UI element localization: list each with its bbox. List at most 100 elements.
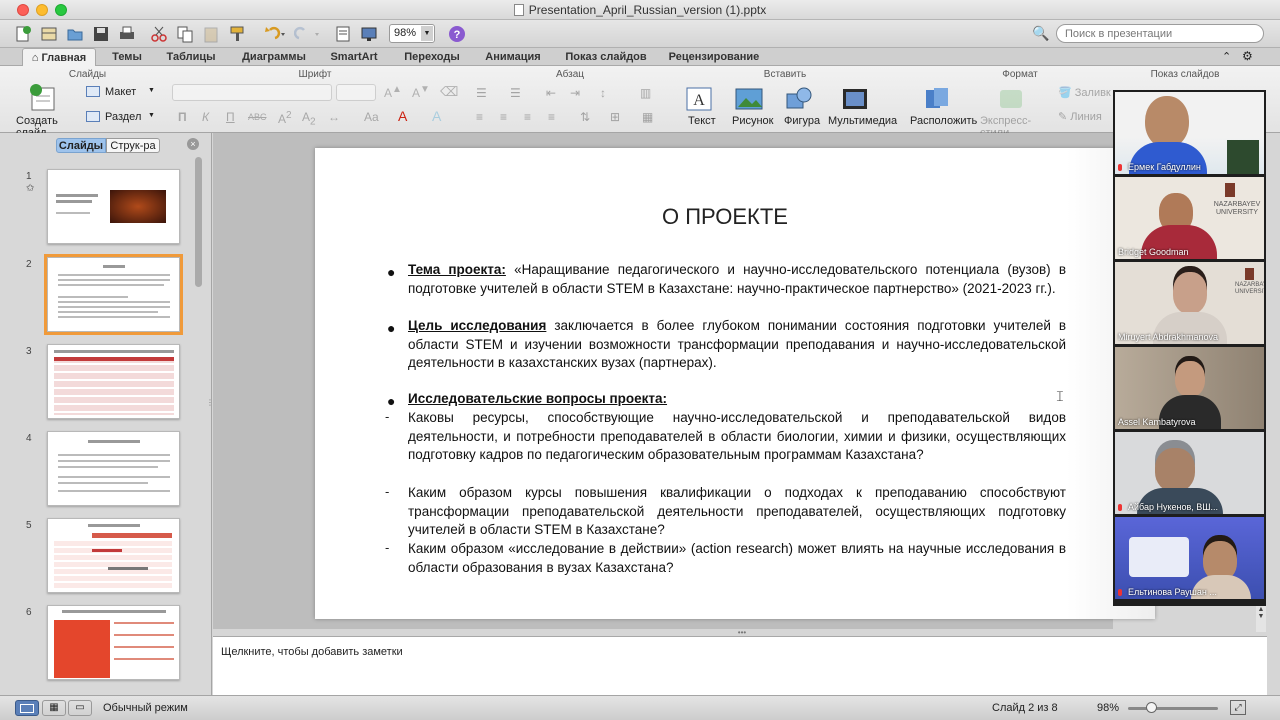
fill-button[interactable]: 🪣 Заливк [1058,86,1114,102]
zoom-slider-thumb[interactable] [1146,702,1157,713]
bold-icon[interactable]: П [178,110,187,124]
strikethrough-icon[interactable]: ABC [248,112,267,122]
collapse-ribbon-icon[interactable]: ⌃ [1222,50,1231,63]
tab-charts[interactable]: Диаграммы [234,48,314,66]
participant-tile[interactable]: Ельтинова Раушан ... [1115,517,1264,599]
participant-tile[interactable]: NAZARBAYEV UNIVERSITY Bridget Goodman [1115,177,1264,259]
participant-tile[interactable]: NAZARBAYEV UNIVERSITY Miruyert Abdrakhma… [1115,262,1264,344]
justify-icon[interactable]: ≡ [548,110,555,124]
slide-thumb-5[interactable] [47,518,180,593]
search-input[interactable]: Поиск в презентации [1056,24,1264,43]
slide-title[interactable]: О ПРОЕКТЕ [315,204,1135,230]
align-right-icon[interactable]: ≡ [524,110,531,124]
tab-outline[interactable]: Струк-ра [106,138,160,153]
clear-format-icon[interactable]: ⌫ [440,84,458,100]
slide-canvas[interactable]: О ПРОЕКТЕ ● Тема проекта: «Наращивание п… [315,148,1155,619]
tab-tables[interactable]: Таблицы [160,48,222,66]
participant-tile[interactable]: Ермек Габдуллин [1115,92,1264,174]
layout-button[interactable]: Макет ▼ [86,86,156,102]
text-effects-icon[interactable]: A [432,108,441,124]
tab-animation[interactable]: Анимация [478,48,548,66]
save-icon[interactable] [90,23,112,45]
template-gallery-icon[interactable] [38,23,60,45]
insert-media-button[interactable]: Мультимедиа [826,84,897,130]
question-3-text[interactable]: Каким образом «исследование в действии» … [408,540,1066,577]
char-spacing-icon[interactable]: ↔ [328,110,340,124]
decrease-indent-icon[interactable]: ⇤ [546,86,556,100]
sorter-view-button[interactable]: ▦ [42,700,66,716]
copy-icon[interactable] [174,23,196,45]
notes-pane[interactable]: Щелкните, чтобы добавить заметки [213,636,1267,695]
font-size-select[interactable] [336,84,376,101]
slideshow-icon[interactable] [358,23,380,45]
presenter-view-button[interactable]: ▭ [68,700,92,716]
superscript-icon[interactable]: A2 [278,110,292,126]
slide-thumb-1[interactable] [47,169,180,244]
undo-icon[interactable] [258,23,288,45]
grow-font-icon[interactable]: A▲ [384,84,402,100]
insert-text-button[interactable]: A Текст [682,84,722,130]
cut-icon[interactable] [148,23,170,45]
zoom-slider[interactable] [1128,707,1218,710]
arrange-button[interactable]: Расположить [908,84,977,130]
question-1-text[interactable]: Каковы ресурсы, способствующие научно-ис… [408,409,1066,465]
align-text-icon[interactable]: ⊞ [610,110,620,124]
columns-icon[interactable]: ▥ [640,86,651,100]
convert-smartart-icon[interactable]: ▦ [642,110,653,124]
search-scope-icon[interactable]: 🔍 [1032,25,1049,42]
align-left-icon[interactable]: ≡ [476,110,483,124]
help-icon[interactable]: ? [446,23,468,45]
new-document-icon[interactable] [12,23,34,45]
slide-thumb-4[interactable] [47,431,180,506]
vertical-splitter[interactable]: ⋮ [206,399,214,420]
text-direction-icon[interactable]: ⇅ [580,110,590,124]
tab-themes[interactable]: Темы [104,48,150,66]
print-icon[interactable] [116,23,138,45]
tab-review[interactable]: Рецензирование [664,48,764,66]
canvas-vertical-scrollbar[interactable]: ▲ ▼ [1256,606,1266,632]
tab-transitions[interactable]: Переходы [394,48,470,66]
quick-styles-button[interactable]: Экспресс-стили [978,84,1050,139]
numbering-icon[interactable]: ☰ [510,86,521,100]
shrink-font-icon[interactable]: A▼ [412,84,430,100]
font-name-select[interactable] [172,84,332,101]
sidebar-scrollbar[interactable] [195,157,202,287]
normal-view-button[interactable] [15,700,39,716]
line-button[interactable]: ✎ Линия [1058,110,1114,126]
italic-icon[interactable]: К [202,110,209,124]
participant-tile[interactable]: Assel Kambatyrova [1115,347,1264,429]
zoom-select[interactable]: 98% ▼ [389,24,435,43]
insert-shape-button[interactable]: Фигура [780,84,824,130]
gear-icon[interactable]: ⚙ [1242,49,1253,63]
close-panel-icon[interactable]: × [187,138,199,150]
insert-picture-button[interactable]: Рисунок [728,84,776,130]
font-color-icon[interactable]: A [398,108,407,124]
change-case-icon[interactable]: Aa [364,110,379,124]
increase-indent-icon[interactable]: ⇥ [570,86,580,100]
bullets-icon[interactable]: ☰ [476,86,487,100]
subscript-icon[interactable]: A2 [302,110,316,127]
tab-home[interactable]: ⌂ Главная [22,48,96,66]
format-painter-icon[interactable] [226,23,248,45]
new-slide-button[interactable]: Создать слайд [14,82,84,139]
tab-smartart[interactable]: SmartArt [324,48,384,66]
underline-icon[interactable]: П [226,110,235,124]
slide-sorter-icon[interactable] [332,23,354,45]
open-folder-icon[interactable] [64,23,86,45]
fit-to-window-icon[interactable]: ⤢ [1230,700,1246,715]
tab-slides[interactable]: Слайды [56,138,106,153]
redo-icon[interactable] [292,23,322,45]
section-button[interactable]: Раздел ▼ [86,111,156,127]
line-spacing-icon[interactable]: ↕ [600,86,606,100]
align-center-icon[interactable]: ≡ [500,110,507,124]
participant-tile[interactable]: Айбар Нукенов, ВШ... [1115,432,1264,514]
project-topic-text[interactable]: Тема проекта: «Наращивание педагогическо… [408,261,1066,298]
research-questions-heading[interactable]: Исследовательские вопросы проекта: [408,390,1066,409]
research-goal-text[interactable]: Цель исследования заключается в более гл… [408,317,1066,373]
slide-thumb-6[interactable] [47,605,180,680]
slide-thumb-2[interactable] [44,254,183,335]
paste-icon[interactable] [200,23,222,45]
tab-slideshow[interactable]: Показ слайдов [558,48,654,66]
question-2-text[interactable]: Каким образом курсы повышения квалификац… [408,484,1066,540]
slide-thumb-3[interactable] [47,344,180,419]
